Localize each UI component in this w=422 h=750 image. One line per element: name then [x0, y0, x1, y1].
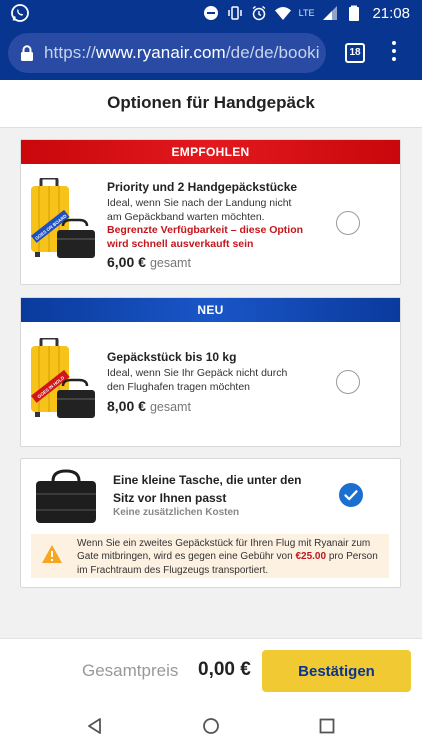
new-ribbon: NEU [21, 298, 400, 322]
recents-icon[interactable] [318, 717, 336, 735]
address-bar[interactable]: https://www.ryanair.com/de/de/booki [8, 33, 326, 73]
second-bag-notice: Wenn Sie ein zweites Gepäckstück für Ihr… [31, 534, 389, 578]
home-icon[interactable] [202, 717, 220, 735]
status-bar: LTE 21:08 [0, 0, 422, 26]
page-header: Optionen für Handgepäck [0, 80, 422, 128]
alarm-icon [252, 5, 266, 21]
back-icon[interactable] [86, 717, 104, 735]
luggage-image: GOES IN HOLD [30, 338, 95, 418]
option-card-10kg[interactable]: NEU GOES IN HOLD Gepäckstück bis 10 kg I… [20, 297, 401, 447]
url-text: https://www.ryanair.com/de/de/booki [44, 43, 320, 62]
option-description: Ideal, wenn Sie Ihr Gepäck nicht durch d… [107, 367, 288, 393]
option-radio-10kg[interactable] [336, 370, 360, 394]
android-nav-bar [0, 702, 422, 750]
whatsapp-icon [11, 4, 29, 22]
clock: 21:08 [372, 4, 410, 22]
option-price: 8,00 € gesamt [107, 398, 191, 414]
option-card-priority[interactable]: EMPFOHLEN GOES ON BOARD Priority und 2 H… [20, 139, 401, 285]
battery-icon [349, 5, 360, 21]
option-radio-small-bag[interactable] [339, 483, 363, 507]
checkmark-icon [344, 490, 358, 501]
notice-text: Wenn Sie ein zweites Gepäckstück für Ihr… [77, 538, 378, 576]
signal-icon [323, 6, 338, 20]
vibrate-icon [227, 6, 242, 20]
option-description: Ideal, wenn Sie nach der Landung nicht a… [107, 197, 292, 223]
lock-icon [21, 45, 33, 61]
recommended-ribbon: EMPFOHLEN [21, 140, 400, 164]
availability-warning: Begrenzte Verfügbarkeit – diese Option w… [107, 224, 304, 250]
luggage-image: GOES ON BOARD [30, 178, 95, 258]
option-title: Gepäckstück bis 10 kg [107, 350, 237, 364]
browser-toolbar: https://www.ryanair.com/de/de/booki 18 [0, 26, 422, 80]
page-title: Optionen für Handgepäck [107, 93, 315, 112]
total-price-label: Gesamtpreis [82, 661, 179, 680]
wifi-icon [274, 7, 291, 20]
network-type: LTE [298, 8, 315, 18]
browser-menu-button[interactable] [390, 41, 398, 65]
option-title: Priority und 2 Handgepäckstücke [107, 180, 298, 194]
option-card-small-bag[interactable]: Eine kleine Tasche, die unter den Sitz v… [20, 458, 401, 588]
footer-bar: Gesamtpreis 0,00 € Bestätigen [0, 638, 422, 702]
confirm-button[interactable]: Bestätigen [262, 650, 411, 692]
option-price: 6,00 € gesamt [107, 254, 191, 270]
option-title: Eine kleine Tasche, die unter den Sitz v… [113, 473, 302, 505]
option-subtitle: Keine zusätzlichen Kosten [113, 507, 240, 518]
total-price-value: 0,00 € [198, 659, 251, 680]
small-bag-image [36, 469, 96, 523]
warning-icon [42, 545, 62, 563]
option-radio-priority[interactable] [336, 211, 360, 235]
tab-switcher-button[interactable]: 18 [345, 43, 365, 63]
do-not-disturb-icon [203, 6, 218, 20]
